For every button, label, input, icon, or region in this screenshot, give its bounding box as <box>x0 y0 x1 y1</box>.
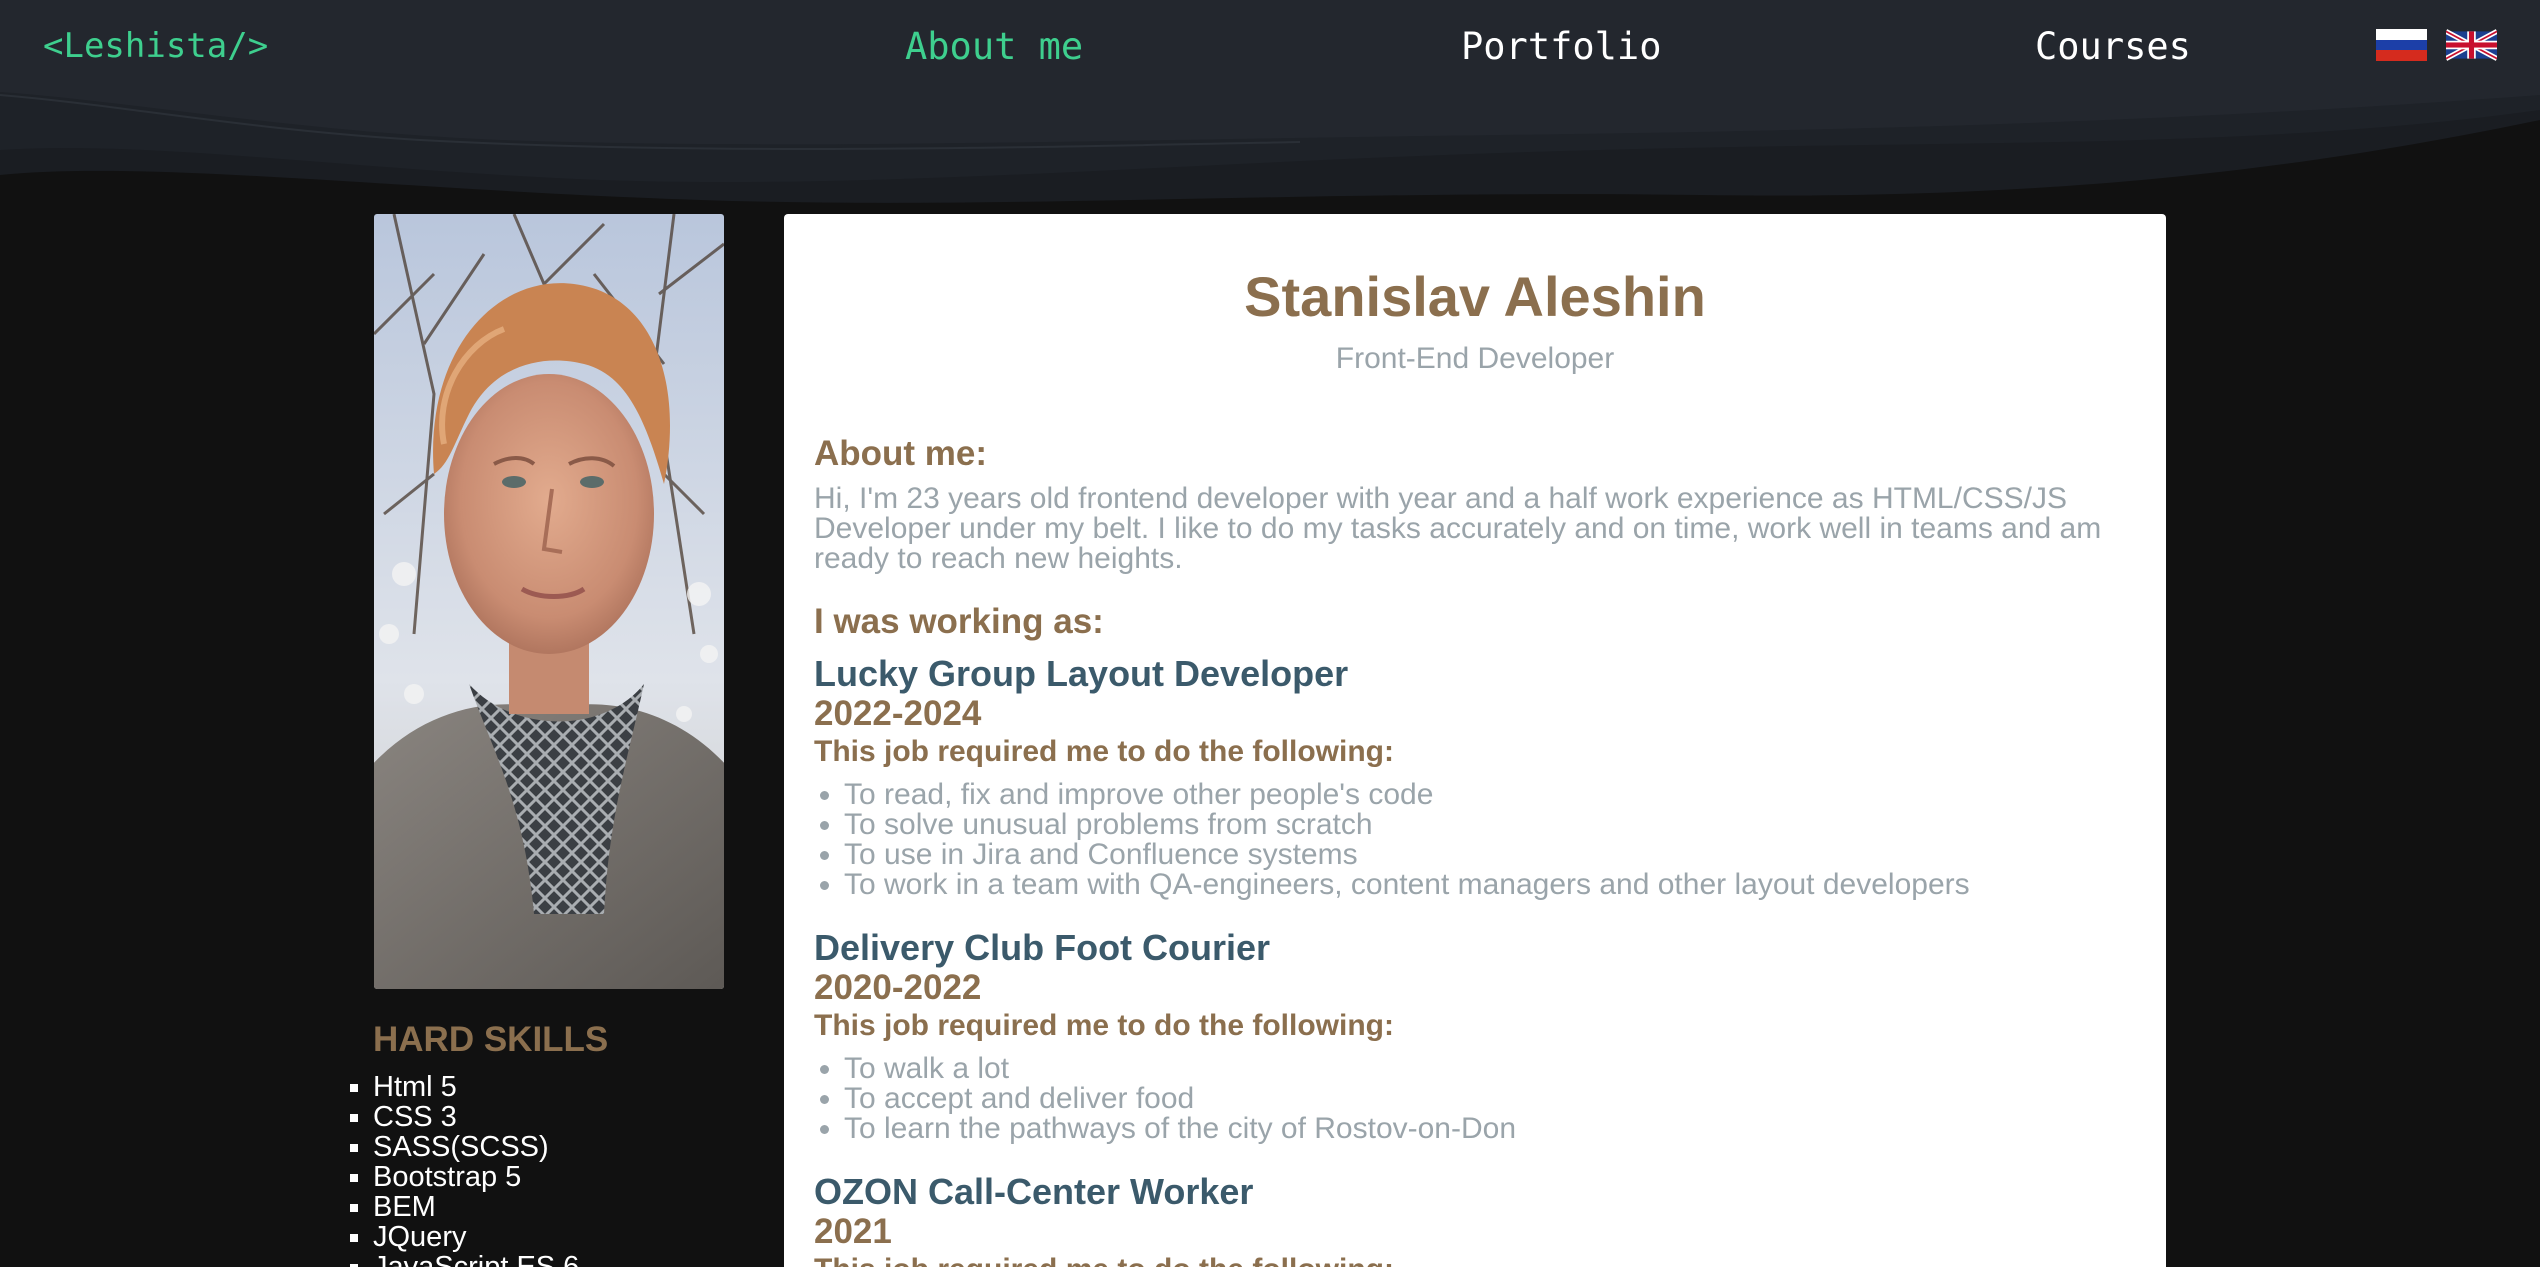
job-entry: OZON Call-Center Worker 2021 This job re… <box>814 1172 2136 1267</box>
nav-portfolio[interactable]: Portfolio <box>1461 25 1661 68</box>
skill-item: Bootstrap 5 <box>373 1162 579 1192</box>
profile-name: Stanislav Aleshin <box>1244 265 1706 328</box>
nav-courses[interactable]: Courses <box>2035 25 2191 68</box>
job-duties-list: To read, fix and improve other people's … <box>814 780 2136 900</box>
page: <Leshista/> About me Portfolio Courses H… <box>0 0 2540 1267</box>
job-requirements-heading: This job required me to do the following… <box>814 1009 1394 1042</box>
site-header: <Leshista/> About me Portfolio Courses <box>0 0 2540 210</box>
work-title: I was working as: <box>814 602 1104 641</box>
skill-item: JavaScript ES 6 <box>373 1252 579 1267</box>
job-years: 2021 <box>814 1212 892 1251</box>
job-title: OZON Call-Center Worker <box>814 1171 1254 1212</box>
duty-item: To walk a lot <box>844 1054 2136 1084</box>
resume-content: About me: Hi, I'm 23 years old frontend … <box>814 434 2136 1267</box>
duty-item: To work in a team with QA-engineers, con… <box>844 870 2136 900</box>
about-text: Hi, I'm 23 years old frontend developer … <box>814 482 2102 575</box>
russian-flag-icon[interactable] <box>2376 29 2427 61</box>
job-requirements-heading: This job required me to do the following… <box>814 735 1394 768</box>
duty-item: To read, fix and improve other people's … <box>844 780 2136 810</box>
profile-photo <box>374 214 724 989</box>
skill-item: JQuery <box>373 1222 579 1252</box>
job-requirements-heading: This job required me to do the following… <box>814 1252 2136 1267</box>
job-entry: Lucky Group Layout Developer 2022-2024 T… <box>814 654 2136 900</box>
skill-item: BEM <box>373 1192 579 1222</box>
portrait-image <box>374 214 724 989</box>
duty-item: To use in Jira and Confluence systems <box>844 840 2136 870</box>
job-duties-list: To walk a lot To accept and deliver food… <box>814 1054 2136 1144</box>
job-entry: Delivery Club Foot Courier 2020-2022 Thi… <box>814 928 2136 1144</box>
hard-skills-list: Html 5 CSS 3 SASS(SCSS) Bootstrap 5 BEM … <box>373 1072 579 1267</box>
profile-role: Front-End Developer <box>1335 342 1615 375</box>
duty-item: To learn the pathways of the city of Ros… <box>844 1114 2136 1144</box>
job-title: Delivery Club Foot Courier <box>814 927 1271 968</box>
site-logo[interactable]: <Leshista/> <box>43 26 268 66</box>
uk-flag-icon[interactable] <box>2446 29 2497 61</box>
hard-skills-title: HARD SKILLS <box>373 1020 609 1059</box>
job-years: 2022-2024 <box>814 694 982 733</box>
skill-item: SASS(SCSS) <box>373 1132 579 1162</box>
skill-item: CSS 3 <box>373 1102 579 1132</box>
skill-item: Html 5 <box>373 1072 579 1102</box>
duty-item: To accept and deliver food <box>844 1084 2136 1114</box>
resume-card: Stanislav Aleshin Front-End Developer Ab… <box>784 214 2166 1267</box>
job-title: Lucky Group Layout Developer <box>814 653 1349 694</box>
about-title: About me: <box>814 434 988 473</box>
nav-about-me[interactable]: About me <box>905 25 1083 68</box>
job-years: 2020-2022 <box>814 968 982 1007</box>
duty-item: To solve unusual problems from scratch <box>844 810 2136 840</box>
